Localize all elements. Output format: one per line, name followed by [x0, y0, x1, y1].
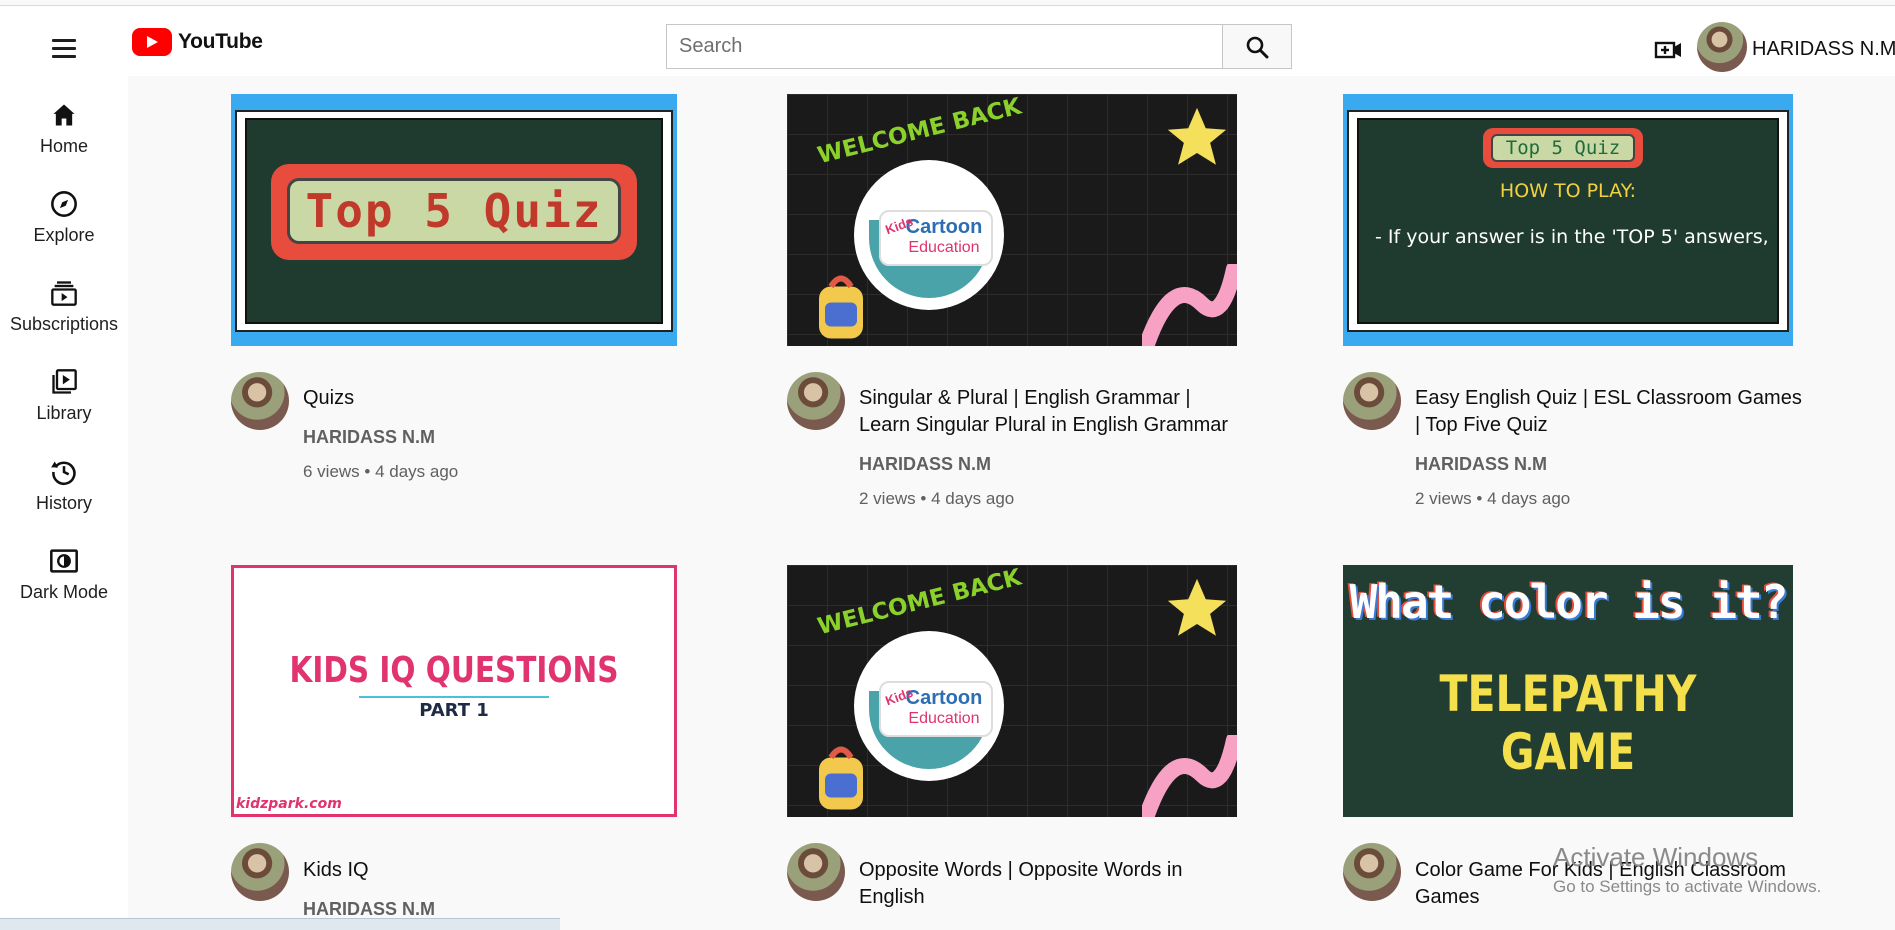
home-icon — [49, 100, 79, 130]
user-name[interactable]: HARIDASS N.M — [1752, 38, 1895, 61]
video-thumbnail[interactable]: WELCOME BACK TO Kids Cartoon Education — [787, 565, 1237, 817]
sidebar-item-label: Dark Mode — [19, 582, 109, 602]
browser-status-bar — [0, 918, 560, 930]
logo-text: YouTube — [178, 30, 263, 53]
channel-name[interactable]: HARIDASS N.M — [1415, 454, 1547, 475]
thumb-text: KIDS IQ QUESTIONS — [289, 650, 619, 691]
thumb-text: Top 5 Quiz — [1505, 137, 1621, 159]
sidebar-item-label: Library — [36, 403, 92, 423]
masthead: YouTube HARIDASS N.M — [0, 6, 1895, 76]
thumb-text: kidzpark.com — [236, 796, 342, 812]
sidebar-item-dark-mode[interactable]: Dark Mode — [0, 546, 128, 630]
subscriptions-icon — [49, 278, 79, 308]
video-title[interactable]: Kids IQ — [303, 857, 369, 884]
video-meta: 6 views • 4 days ago — [303, 462, 459, 481]
channel-avatar[interactable] — [1343, 843, 1401, 901]
search-button[interactable] — [1222, 24, 1292, 69]
marquee-panel: Top 5 Quiz — [1491, 134, 1635, 162]
sidebar-item-history[interactable]: History — [0, 457, 128, 541]
sidebar-item-label: History — [35, 493, 92, 513]
sidebar-item-home[interactable]: Home — [0, 100, 128, 184]
video-title-line[interactable]: Color Game For Kids | English Classroom — [1415, 857, 1786, 884]
thumb-text: HOW TO PLAY: — [1499, 180, 1637, 202]
channel-avatar[interactable] — [231, 843, 289, 901]
library-icon — [49, 367, 79, 397]
youtube-logo[interactable]: YouTube — [132, 28, 263, 56]
create-video-button[interactable] — [1654, 38, 1684, 62]
search-bar — [666, 24, 1292, 69]
pink-swirl-icon — [1142, 264, 1237, 346]
star-icon — [1167, 107, 1227, 165]
sidebar-item-subscriptions[interactable]: Subscriptions — [0, 278, 128, 362]
video-title[interactable]: Quizs — [303, 385, 354, 412]
video-title-line[interactable]: Opposite Words | Opposite Words in — [859, 857, 1183, 884]
thumb-text: Top 5 Quiz — [305, 184, 603, 238]
search-icon — [1246, 36, 1269, 58]
video-thumbnail[interactable]: Top 5 Quiz — [231, 94, 677, 346]
video-title-line[interactable]: | Top Five Quiz — [1415, 412, 1548, 439]
channel-avatar[interactable] — [787, 372, 845, 430]
dark-mode-icon — [49, 546, 79, 576]
thumb-underline — [359, 696, 549, 698]
backpack-icon — [819, 275, 863, 339]
backpack-icon — [819, 746, 863, 810]
video-meta: 2 views • 4 days ago — [859, 489, 1015, 508]
hamburger-menu-icon[interactable] — [44, 28, 84, 68]
sidebar-item-label: Subscriptions — [9, 314, 119, 334]
video-camera-plus-icon — [1654, 41, 1681, 59]
sidebar: Home Explore Subscriptions Library Histo… — [0, 76, 128, 930]
video-thumbnail[interactable]: WELCOME BACK TO Kids Cartoon Education — [787, 94, 1237, 346]
video-thumbnail[interactable]: What color is it? TELEPATHY GAME — [1343, 565, 1793, 817]
thumb-text: PART 1 — [419, 700, 489, 721]
video-title-line[interactable]: Singular & Plural | English Grammar | — [859, 385, 1191, 412]
channel-avatar[interactable] — [787, 843, 845, 901]
channel-name[interactable]: HARIDASS N.M — [303, 899, 435, 920]
compass-icon — [49, 189, 79, 219]
history-icon — [49, 457, 79, 487]
sidebar-item-explore[interactable]: Explore — [0, 189, 128, 273]
logo-badge: Kids Cartoon Education — [879, 210, 993, 266]
thumb-text: TELEPATHY GAME — [1439, 665, 1697, 781]
thumb-text: What color is it? — [1349, 575, 1789, 629]
channel-avatar[interactable] — [231, 372, 289, 430]
sidebar-item-library[interactable]: Library — [0, 367, 128, 451]
channel-name[interactable]: HARIDASS N.M — [859, 454, 991, 475]
sidebar-item-label: Home — [39, 136, 88, 156]
pink-swirl-icon — [1142, 735, 1237, 817]
channel-name[interactable]: HARIDASS N.M — [303, 427, 435, 448]
video-thumbnail[interactable]: Top 5 Quiz HOW TO PLAY: - If your answer… — [1343, 94, 1793, 346]
user-avatar[interactable] — [1697, 22, 1747, 72]
video-title-line[interactable]: Games — [1415, 884, 1479, 911]
youtube-play-icon — [132, 28, 172, 56]
thumb-text: - If your answer is in the 'TOP 5' answe… — [1375, 226, 1769, 248]
video-thumbnail[interactable]: KIDS IQ QUESTIONS PART 1 kidzpark.com — [231, 565, 677, 817]
channel-avatar[interactable] — [1343, 372, 1401, 430]
marquee-panel: Top 5 Quiz — [287, 178, 621, 244]
video-title-line[interactable]: Easy English Quiz | ESL Classroom Games — [1415, 385, 1802, 412]
video-meta: 2 views • 4 days ago — [1415, 489, 1571, 508]
star-icon — [1167, 578, 1227, 636]
sidebar-item-label: Explore — [33, 225, 95, 245]
logo-badge: Kids Cartoon Education — [879, 681, 993, 737]
thumb-text: Education — [908, 710, 980, 727]
thumb-text: Education — [908, 239, 980, 256]
video-title-line[interactable]: English — [859, 884, 925, 911]
search-input[interactable] — [666, 24, 1222, 69]
video-title-line[interactable]: Learn Singular Plural in English Grammar — [859, 412, 1228, 439]
